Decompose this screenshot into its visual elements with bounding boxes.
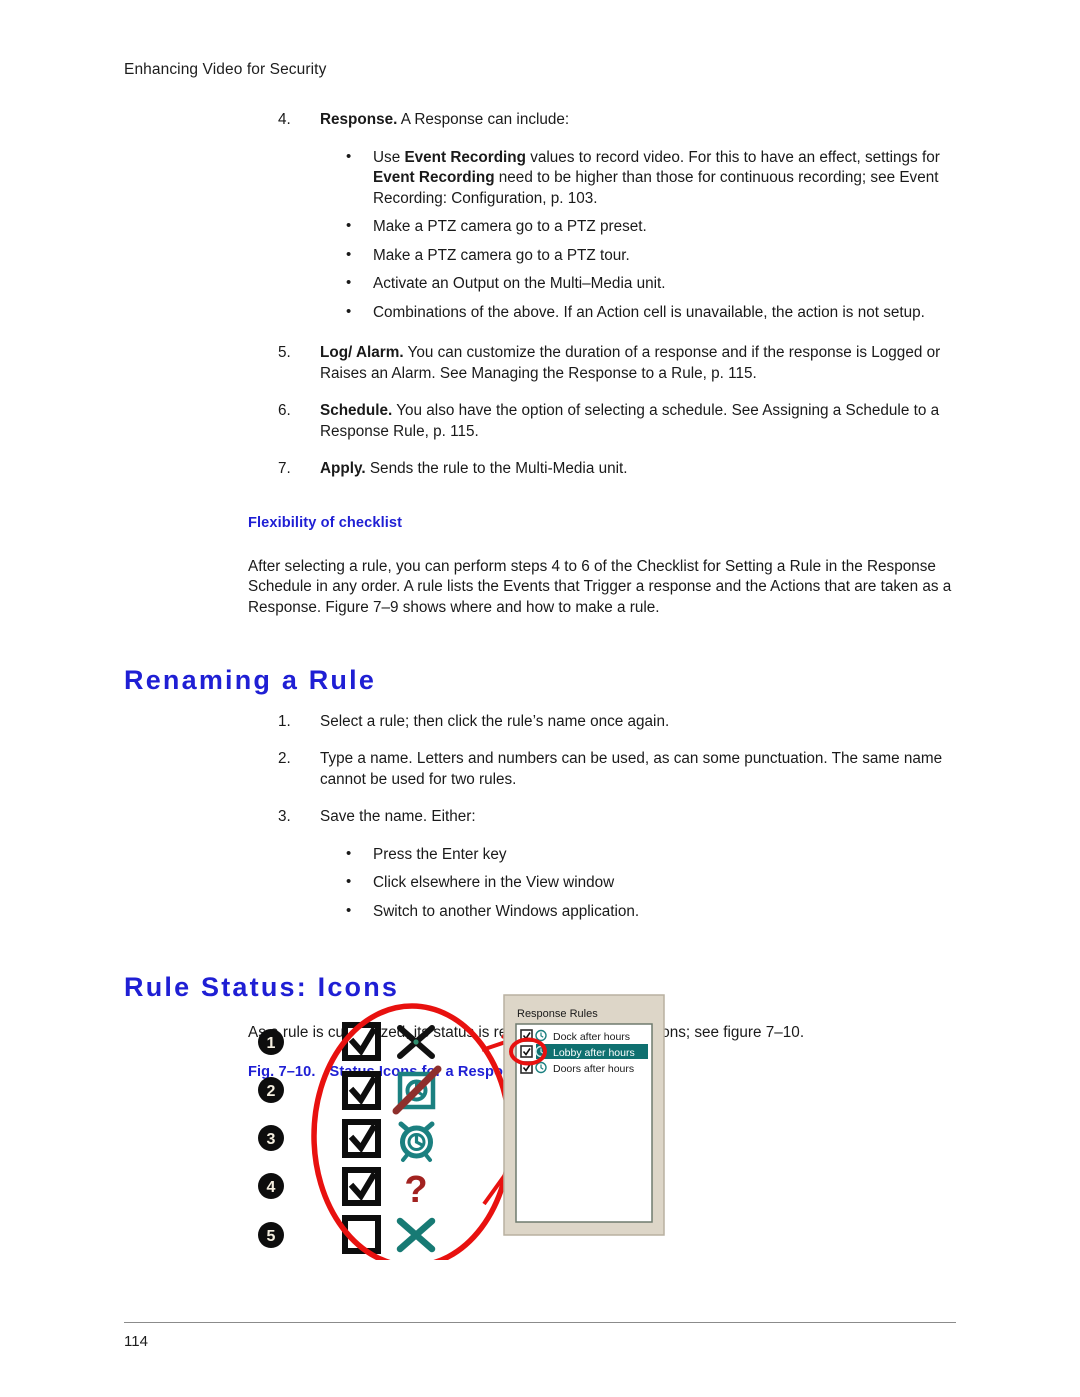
step-number: 3. (278, 808, 291, 826)
step-number: 6. (278, 402, 291, 419)
response-bullet-combinations: • Combinations of the above. If an Action… (0, 303, 1080, 324)
step-number: 1. (278, 712, 291, 730)
status-row-3 (342, 1119, 435, 1162)
bullet-text: Click elsewhere in the View window (373, 874, 615, 892)
bullet-dot-icon: • (346, 901, 352, 919)
status-row-4: ? (342, 1167, 428, 1211)
panel-title: Response Rules (517, 1008, 598, 1020)
callout-badge-5: 5 (258, 1222, 284, 1248)
red-question-mark-icon: ? (404, 1169, 427, 1211)
heading-renaming-a-rule: Renaming a Rule (124, 664, 377, 695)
renaming-bullet-click-elsewhere: • Click elsewhere in the View window (0, 873, 1080, 894)
checkbox-checked-icon (342, 1071, 381, 1110)
checklist-step-4: 4. Response. A Response can include: (0, 110, 1080, 131)
renaming-step-2: 2. Type a name. Letters and numbers can b… (0, 749, 1080, 790)
rule-label-selected: Lobby after hours (553, 1047, 635, 1059)
bullet-text: Make a PTZ camera go to a PTZ preset. (373, 218, 647, 235)
callout-badge-1: 1 (258, 1029, 284, 1055)
step-number: 5. (278, 344, 291, 361)
document-page: Enhancing Video for Security 4. Response.… (0, 0, 1080, 1397)
rule-list-item-lobby[interactable]: Lobby after hours (520, 1044, 648, 1059)
step-text: A Response can include: (397, 111, 570, 128)
callout-badge-4: 4 (258, 1173, 284, 1199)
teal-x-icon (396, 1217, 436, 1253)
response-rules-panel: Response Rules Dock after hours Lobby af… (503, 994, 665, 1236)
step-label: Apply. (320, 460, 366, 477)
step-text: Select a rule; then click the rule’s nam… (320, 712, 670, 730)
step-label: Log/ Alarm. (320, 344, 404, 361)
svg-text:2: 2 (267, 1083, 276, 1100)
page-number: 114 (124, 1333, 148, 1350)
bullet-dot-icon: • (346, 302, 352, 320)
bullet-bold-event-recording-2: Event Recording (373, 169, 495, 186)
bullet-text-mid: values to record video. For this to have… (526, 148, 940, 166)
checklist-step-6: 6. Schedule. You also have the option of … (0, 401, 1080, 442)
step-text: Save the name. Either: (320, 808, 476, 826)
bullet-dot-icon: • (346, 147, 352, 165)
step-label: Response. (320, 111, 398, 128)
svg-text:3: 3 (267, 1131, 276, 1148)
bullet-dot-icon: • (346, 873, 352, 891)
figure-status-icons: 1 2 3 4 5 ? Response Rules Dock after ho… (240, 990, 690, 1260)
alarm-clock-icon (398, 1121, 435, 1162)
bullet-text: Switch to another Windows application. (373, 902, 640, 920)
footer-divider (124, 1322, 956, 1323)
svg-text:?: ? (404, 1169, 427, 1211)
black-x-icon (397, 1025, 435, 1059)
step-label: Schedule. (320, 402, 393, 419)
bullet-text: Activate an Output on the Multi–Media un… (373, 275, 666, 292)
svg-text:1: 1 (267, 1035, 276, 1052)
step-text: Sends the rule to the Multi-Media unit. (365, 460, 628, 477)
bullet-text: Combinations of the above. If an Action … (373, 303, 925, 321)
bullet-text: Make a PTZ camera go to a PTZ tour. (373, 246, 630, 264)
response-bullet-event-recording: • Use Event Recording values to record vi… (0, 148, 1080, 210)
figure-graphic: 1 2 3 4 5 ? Response Rules Dock after ho… (258, 994, 665, 1260)
response-bullet-ptz-preset: • Make a PTZ camera go to a PTZ preset. (0, 217, 1080, 238)
rule-label: Doors after hours (553, 1063, 634, 1075)
renaming-bullet-enter-key: • Press the Enter key (0, 845, 1080, 866)
callout-badge-2: 2 (258, 1077, 284, 1103)
checklist-step-5: 5. Log/ Alarm. You can customize the dura… (0, 343, 1080, 384)
page-body: 4. Response. A Response can include: • Use… (0, 110, 1080, 1080)
step-number: 4. (278, 111, 291, 128)
bullet-dot-icon: • (346, 274, 352, 291)
step-text: Type a name. Letters and numbers can be … (320, 750, 943, 788)
renaming-step-3: 3. Save the name. Either: (0, 807, 1080, 828)
renaming-step-1: 1. Select a rule; then click the rule’s n… (0, 712, 1080, 733)
checkbox-checked-icon (342, 1022, 381, 1061)
running-header: Enhancing Video for Security (124, 61, 327, 78)
renaming-bullet-switch-application: • Switch to another Windows application. (0, 902, 1080, 923)
step-number: 7. (278, 460, 291, 477)
step-number: 2. (278, 750, 291, 768)
checkbox-checked-icon (342, 1167, 381, 1206)
svg-text:5: 5 (267, 1228, 276, 1245)
callout-badge-3: 3 (258, 1125, 284, 1151)
checkbox-checked-icon (342, 1119, 381, 1158)
response-bullet-activate-output: • Activate an Output on the Multi–Media u… (0, 274, 1080, 295)
rule-label: Dock after hours (553, 1031, 630, 1043)
flexibility-subheading: Flexibility of checklist (248, 514, 403, 531)
status-row-2 (342, 1065, 442, 1115)
response-bullet-ptz-tour: • Make a PTZ camera go to a PTZ tour. (0, 246, 1080, 267)
step-text: You also have the option of selecting a … (320, 402, 940, 440)
bullet-text-pre: Use (373, 148, 405, 166)
bullet-bold-event-recording-1: Event Recording (404, 148, 526, 166)
bullet-text: Press the Enter key (373, 845, 507, 863)
flexibility-paragraph: After selecting a rule, you can perform … (248, 557, 952, 617)
checklist-step-7: 7. Apply. Sends the rule to the Multi-Med… (0, 459, 1080, 480)
bullet-dot-icon: • (346, 245, 352, 263)
bullet-dot-icon: • (346, 217, 352, 234)
bullet-dot-icon: • (346, 844, 352, 862)
step-text: You can customize the duration of a resp… (320, 344, 941, 382)
svg-text:4: 4 (267, 1179, 276, 1196)
clock-disabled-icon (392, 1065, 442, 1115)
